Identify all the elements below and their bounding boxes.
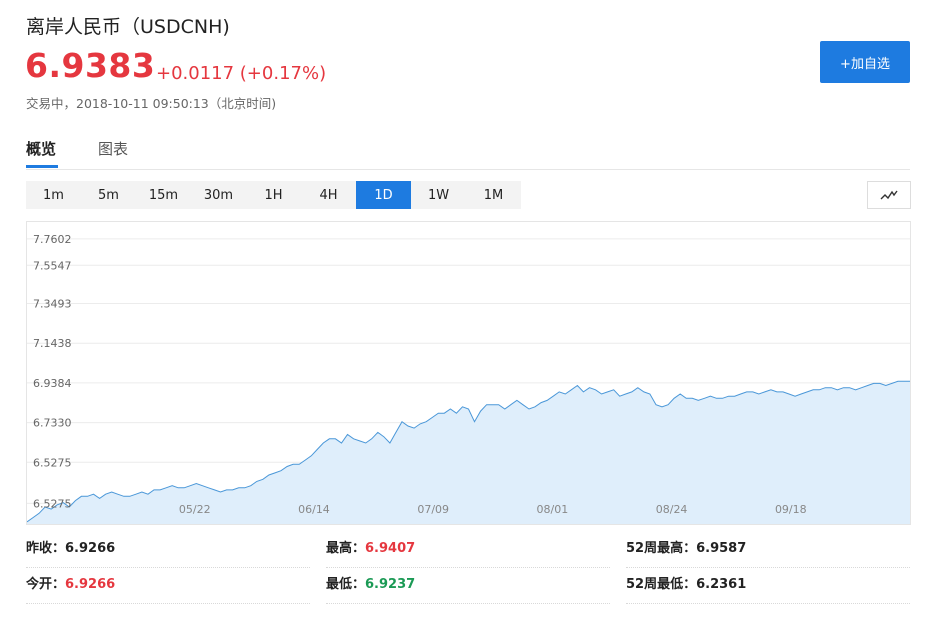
low52-label: 52周最低： <box>626 577 697 592</box>
open-label: 今开： <box>26 577 66 592</box>
stat-52w-low: 52周最低：6.2361 <box>626 568 910 604</box>
x-tick-label: 08/24 <box>656 503 688 516</box>
range-4h[interactable]: 4H <box>301 181 356 209</box>
stat-52w-high: 52周最高：6.9587 <box>626 532 910 568</box>
y-tick-label: 7.7602 <box>33 233 72 246</box>
low-value: 6.9237 <box>365 577 416 592</box>
high52-value: 6.9587 <box>696 541 747 556</box>
tab-bar: 概览 图表 <box>26 135 910 170</box>
y-tick-label: 7.5547 <box>33 259 72 272</box>
price-change: +0.0117 (+0.17%) <box>156 63 327 84</box>
stat-prev-close: 昨收：6.9266 <box>26 532 310 568</box>
chart-type-toggle[interactable] <box>867 181 911 209</box>
y-tick-label: 6.5275 <box>33 456 72 469</box>
stat-low: 最低：6.9237 <box>326 568 610 604</box>
range-30m[interactable]: 30m <box>191 181 246 209</box>
high-label: 最高： <box>326 541 366 556</box>
high-value: 6.9407 <box>365 541 416 556</box>
low-label: 最低： <box>326 577 366 592</box>
range-5m[interactable]: 5m <box>81 181 136 209</box>
tab-chart[interactable]: 图表 <box>98 138 128 159</box>
tab-overview[interactable]: 概览 <box>26 138 56 159</box>
y-tick-label: 6.7330 <box>33 417 72 430</box>
prev-close-value: 6.9266 <box>65 541 116 556</box>
price-chart-svg: 7.7602 7.5547 7.3493 7.1438 6.9384 6.7330 6.52… <box>26 233 910 524</box>
y-tick-label: 6.9384 <box>33 377 72 390</box>
line-chart-icon <box>880 190 898 200</box>
y-tick-label: 7.3493 <box>33 298 72 311</box>
trading-status: 交易中，2018-10-11 09:50:13（北京时间) <box>26 96 277 111</box>
price-chart[interactable]: 7.7602 7.5547 7.3493 7.1438 6.9384 6.7330 6.52… <box>26 221 911 525</box>
y-tick-label: 7.1438 <box>33 337 72 350</box>
range-1w[interactable]: 1W <box>411 181 466 209</box>
open-value: 6.9266 <box>65 577 116 592</box>
x-tick-label: 08/01 <box>537 503 569 516</box>
prev-close-label: 昨收： <box>26 541 66 556</box>
high52-label: 52周最高： <box>626 541 697 556</box>
time-range-selector: 1m 5m 15m 30m 1H 4H 1D 1W 1M <box>26 181 521 209</box>
y-tick-label: 6.5275 <box>33 497 72 510</box>
low52-value: 6.2361 <box>696 577 747 592</box>
range-15m[interactable]: 15m <box>136 181 191 209</box>
current-price: 6.9383 <box>25 46 156 85</box>
x-tick-label: 05/22 <box>179 503 211 516</box>
instrument-title: 离岸人民币（USDCNH) <box>26 16 230 38</box>
range-1m[interactable]: 1m <box>26 181 81 209</box>
active-tab-indicator <box>26 165 58 168</box>
range-1mo[interactable]: 1M <box>466 181 521 209</box>
range-1h[interactable]: 1H <box>246 181 301 209</box>
x-tick-label: 06/14 <box>298 503 330 516</box>
add-to-watchlist-button[interactable]: +加自选 <box>820 41 910 83</box>
stat-open: 今开：6.9266 <box>26 568 310 604</box>
range-1d[interactable]: 1D <box>356 181 411 209</box>
stat-high: 最高：6.9407 <box>326 532 610 568</box>
x-tick-label: 09/18 <box>775 503 807 516</box>
x-tick-label: 07/09 <box>417 503 449 516</box>
